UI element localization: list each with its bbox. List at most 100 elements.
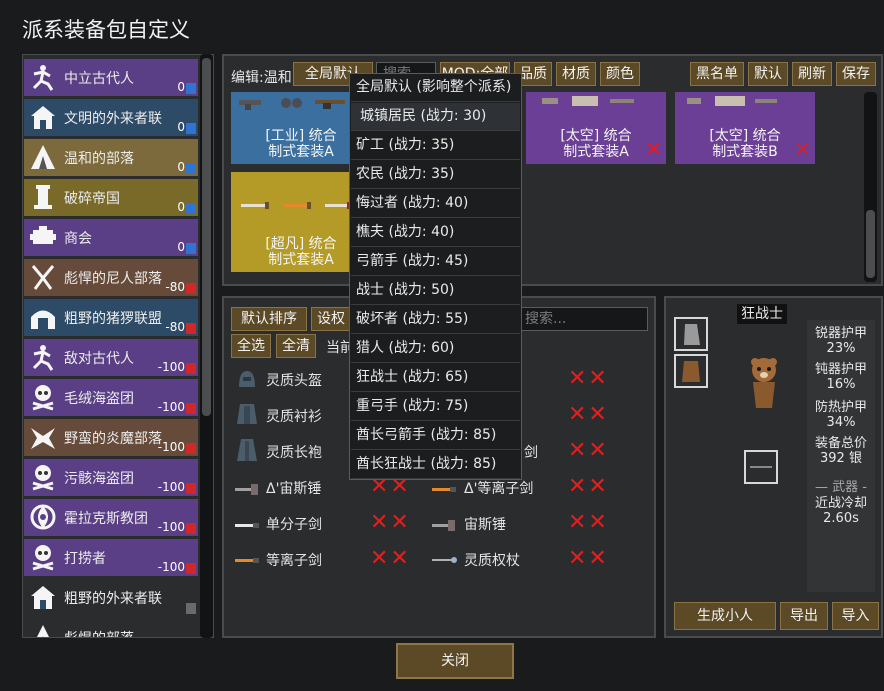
faction-row[interactable]: 粗野的猪猡联盟 -80 — [24, 299, 198, 336]
remove-kit-icon[interactable]: ✕ — [794, 137, 811, 161]
vest-icon — [682, 361, 700, 382]
goodwill-indicator: -100 — [158, 520, 196, 534]
dropdown-option[interactable]: 重弓手 (战力: 75) — [351, 393, 520, 421]
goodwill-box — [186, 163, 196, 174]
faction-row[interactable]: 敌对古代人 -100 — [24, 339, 198, 376]
item-name: 宙斯锤 — [464, 517, 506, 533]
dropdown-option[interactable]: 破坏者 (战力: 55) — [351, 306, 520, 334]
skull-icon — [32, 385, 54, 411]
close-button[interactable]: 关闭 — [396, 643, 514, 679]
dropdown-option[interactable]: 矿工 (战力: 35) — [351, 132, 520, 160]
goodwill-indicator: 0 — [177, 160, 196, 174]
goodwill-indicator: 0 — [177, 80, 196, 94]
remove-item-icon[interactable]: ✕✕ — [568, 366, 609, 391]
remove-item-icon[interactable]: ✕✕ — [370, 510, 411, 535]
weapon-slot[interactable] — [744, 450, 778, 484]
faction-row[interactable]: 中立古代人 0 — [24, 59, 198, 96]
faction-row[interactable]: 文明的外来者联 0 — [24, 99, 198, 136]
pillar-icon — [34, 185, 52, 209]
dropdown-option[interactable]: 悔过者 (战力: 40) — [351, 190, 520, 218]
faction-row[interactable]: 商会 0 — [24, 219, 198, 256]
goodwill-value: -100 — [157, 400, 185, 414]
faction-row[interactable]: 野蛮的炎魔部落 -100 — [24, 419, 198, 456]
dropdown-option[interactable]: 弓箭手 (战力: 45) — [351, 248, 520, 276]
import-button[interactable]: 导入 — [832, 602, 879, 630]
select-all-button[interactable]: 全选 — [231, 334, 271, 358]
faction-row[interactable]: 霍拉克斯教团 -100 — [24, 499, 198, 536]
faction-list-scrollbar[interactable] — [200, 54, 213, 638]
goodwill-indicator: 0 — [177, 120, 196, 134]
clear-all-button[interactable]: 全清 — [276, 334, 316, 358]
dropdown-option[interactable]: 酋长弓箭手 (战力: 85) — [351, 422, 520, 450]
robe-icon — [237, 439, 257, 461]
apparel-slot[interactable] — [674, 354, 708, 388]
save-button[interactable]: 保存 — [836, 62, 876, 86]
faction-name: 野蛮的炎魔部落 — [64, 431, 162, 447]
export-button[interactable]: 导出 — [780, 602, 828, 630]
goodwill-indicator: -100 — [158, 440, 196, 454]
goodwill-box — [186, 83, 196, 94]
goodwill-value: -100 — [157, 480, 185, 494]
ancient-runner-icon — [32, 65, 54, 91]
remove-item-icon[interactable]: ✕✕ — [568, 474, 609, 499]
sharp-armor-value: 23% — [826, 341, 856, 356]
staff-icon — [432, 557, 457, 563]
item-name: 等离子剑 — [266, 553, 322, 569]
faction-row[interactable]: 彪悍的尼人部落 -80 — [24, 259, 198, 296]
set-weight-button[interactable]: 设权 — [311, 307, 351, 331]
total-value-label: 装备总价 — [814, 436, 867, 451]
faction-row[interactable]: 粗野的外来者联 — [24, 579, 198, 616]
remove-item-icon[interactable]: ✕✕ — [568, 402, 609, 427]
pistol-icon — [542, 96, 634, 106]
kit-scroll-thumb[interactable] — [866, 210, 875, 278]
remove-kit-icon[interactable]: ✕ — [645, 137, 662, 161]
hammer-icon — [432, 520, 455, 531]
dropdown-option[interactable]: 猎人 (战力: 60) — [351, 335, 520, 363]
remove-item-icon[interactable]: ✕✕ — [370, 546, 411, 571]
faction-row[interactable]: 彪悍的部落 — [24, 619, 198, 637]
helmet-icon — [239, 371, 255, 387]
faction-name: 打捞者 — [64, 551, 106, 567]
dropdown-option[interactable]: 农民 (战力: 35) — [351, 161, 520, 189]
faction-row[interactable]: 破碎帝国 0 — [24, 179, 198, 216]
goodwill-value: 0 — [177, 120, 185, 134]
kit-card[interactable]: [太空] 统合 制式套装B ✕ — [675, 92, 815, 164]
kit-card[interactable]: [太空] 统合 制式套装A ✕ — [526, 92, 666, 164]
pawn-kind-label: 狂战士 — [737, 304, 787, 324]
trade-icon — [30, 226, 56, 244]
dropdown-option[interactable]: 樵夫 (战力: 40) — [351, 219, 520, 247]
dropdown-option[interactable]: 狂战士 (战力: 65) — [351, 364, 520, 392]
faction-row[interactable]: 污骸海盗团 -100 — [24, 459, 198, 496]
pawn-kind-dropdown[interactable]: 全局默认 (影响整个派系) 城镇居民 (战力: 30) 矿工 (战力: 35) 农民 … — [349, 73, 522, 480]
pistol-icon — [687, 96, 777, 106]
remove-item-icon[interactable]: ✕✕ — [568, 510, 609, 535]
dropdown-option[interactable]: 战士 (战力: 50) — [351, 277, 520, 305]
heat-armor-value: 34% — [826, 415, 856, 430]
default-button[interactable]: 默认 — [748, 62, 788, 86]
goodwill-box — [186, 483, 196, 494]
dropdown-option[interactable]: 城镇居民 (战力: 30) — [351, 103, 520, 131]
faction-row[interactable]: 温和的部落 0 — [24, 139, 198, 176]
pawn-preview-panel: 狂战士 锐器护甲 23% 钝器护甲 16% 防热护甲 34% 装备总价 392 … — [664, 296, 883, 638]
refresh-button[interactable]: 刷新 — [792, 62, 832, 86]
generate-pawn-button[interactable]: 生成小人 — [674, 602, 776, 630]
faction-row[interactable]: 打捞者 -100 — [24, 539, 198, 576]
default-sort-button[interactable]: 默认排序 — [231, 307, 307, 331]
dropdown-option[interactable]: 酋长狂战士 (战力: 85) — [351, 451, 520, 479]
material-filter-button[interactable]: 材质 — [556, 62, 596, 86]
dropdown-option[interactable]: 全局默认 (影响整个派系) — [351, 74, 520, 102]
apparel-slot[interactable] — [674, 317, 708, 351]
kit-grid-scrollbar[interactable] — [864, 92, 877, 282]
window-title: 派系装备包自定义 — [22, 18, 190, 42]
plasma-sword-icon — [432, 487, 456, 492]
pig-house-icon — [31, 310, 55, 329]
faction-row[interactable]: 毛绒海盗团 -100 — [24, 379, 198, 416]
remove-item-icon[interactable]: ✕✕ — [568, 438, 609, 463]
faction-scroll-thumb[interactable] — [202, 58, 211, 416]
blacklist-button[interactable]: 黑名单 — [690, 62, 744, 86]
remove-item-icon[interactable]: ✕✕ — [568, 546, 609, 571]
kit-editor-panel: [工业] 统合 制式套装A [太空] 统合 制式套装A ✕ [太空] 统合 制式套装B… — [222, 54, 883, 286]
item-search-input[interactable]: 搜索... — [518, 307, 648, 331]
item-name: 灵质权杖 — [464, 553, 520, 569]
color-filter-button[interactable]: 颜色 — [600, 62, 640, 86]
